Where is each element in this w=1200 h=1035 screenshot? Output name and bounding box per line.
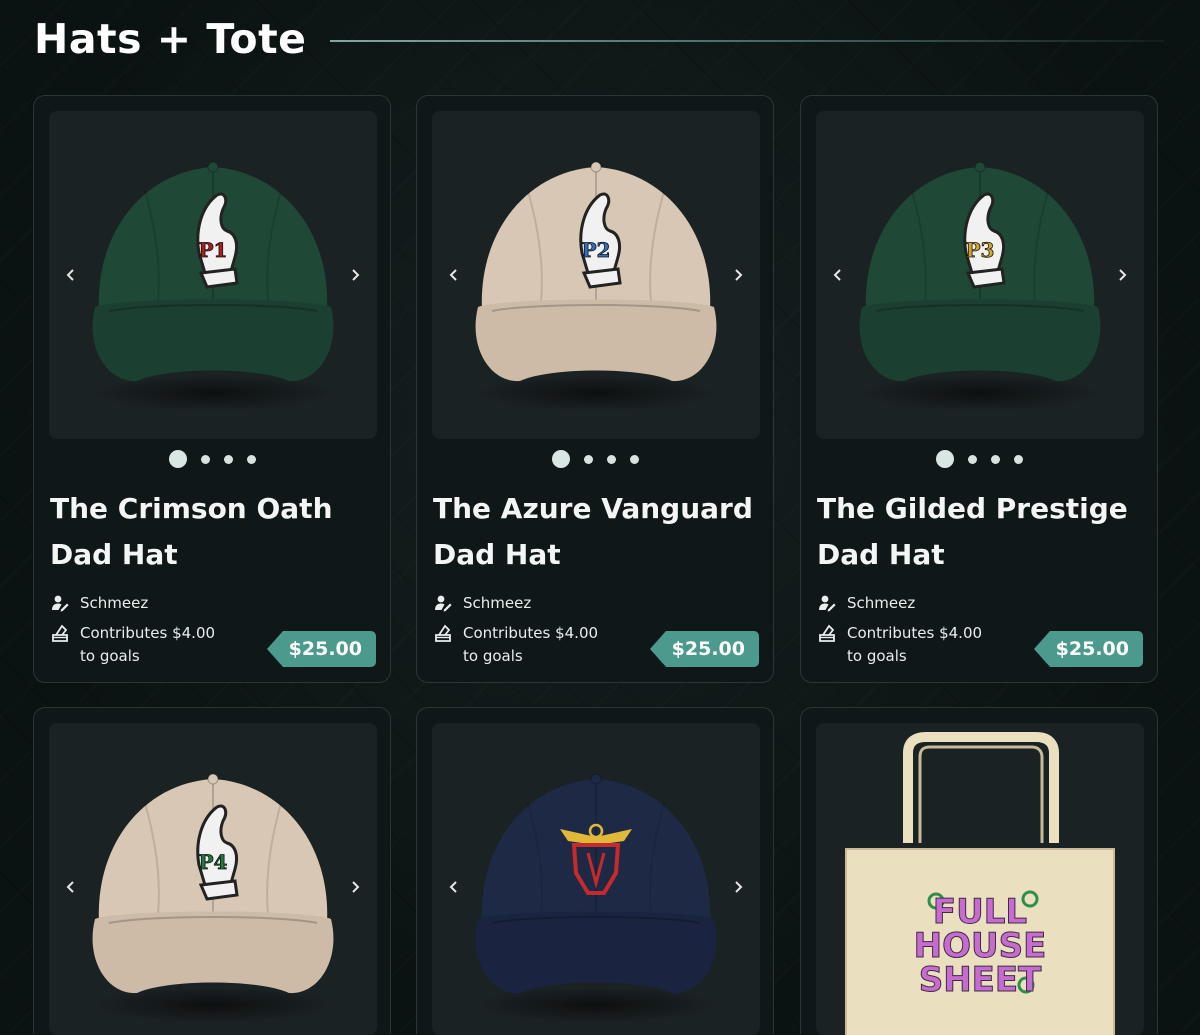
creator-name[interactable]: Schmeez — [80, 592, 148, 615]
price-value: $25.00 — [665, 631, 759, 667]
user-pen-icon — [817, 593, 839, 613]
product-title[interactable]: The Crimson Oath Dad Hat — [50, 486, 380, 578]
carousel-prev-button[interactable] — [440, 261, 468, 289]
carousel-dots — [34, 448, 390, 470]
creator-name[interactable]: Schmeez — [847, 592, 915, 615]
carousel-dot[interactable] — [551, 450, 570, 468]
svg-text:SHEET: SHEET — [919, 960, 1042, 1000]
donation-box-icon — [433, 623, 455, 643]
carousel-dot[interactable] — [223, 454, 233, 464]
contribution-row: Contributes $4.00 to goals — [433, 622, 613, 668]
product-image-carousel[interactable]: P2 — [432, 111, 760, 439]
product-image-carousel[interactable] — [432, 723, 760, 1035]
carousel-dot[interactable] — [1013, 454, 1023, 464]
product-image-carousel[interactable]: P4 — [49, 723, 377, 1035]
carousel-dot[interactable] — [967, 454, 977, 464]
creator-name[interactable]: Schmeez — [463, 592, 531, 615]
contribution-row: Contributes $4.00 to goals — [817, 622, 997, 668]
carousel-prev-button[interactable] — [57, 873, 85, 901]
carousel-next-button[interactable] — [724, 261, 752, 289]
price-value: $25.00 — [1049, 631, 1143, 667]
carousel-prev-button[interactable] — [824, 261, 852, 289]
price-value: $25.00 — [282, 631, 376, 667]
product-title[interactable]: The Gilded Prestige Dad Hat — [817, 486, 1147, 578]
contribution-text: Contributes $4.00 to goals — [463, 624, 599, 665]
carousel-prev-button[interactable] — [440, 873, 468, 901]
product-card[interactable]: P2 The Azure Vanguard Dad Hat Schmeez Co… — [416, 95, 774, 683]
product-card[interactable]: P1 The Crimson Oath Dad Hat Schmeez Cont… — [33, 95, 391, 683]
svg-text:P4: P4 — [199, 850, 228, 874]
creator-row: Schmeez — [50, 592, 148, 615]
svg-text:P3: P3 — [966, 238, 995, 262]
chevron-right-icon — [735, 269, 743, 281]
carousel-next-button[interactable] — [1108, 261, 1136, 289]
hat-image: P2 — [475, 161, 717, 411]
chevron-left-icon — [66, 269, 74, 281]
chevron-right-icon — [352, 269, 360, 281]
contribution-row: Contributes $4.00 to goals — [50, 622, 230, 668]
carousel-dot[interactable] — [990, 454, 1000, 464]
chevron-right-icon — [1119, 269, 1127, 281]
carousel-next-button[interactable] — [724, 873, 752, 901]
carousel-dots — [801, 448, 1157, 470]
user-pen-icon — [433, 593, 455, 613]
hat-image: P4 — [92, 773, 334, 1023]
carousel-next-button[interactable] — [341, 261, 369, 289]
chevron-right-icon — [352, 881, 360, 893]
hat-image: P3 — [859, 161, 1101, 411]
section-title: Hats + Tote — [34, 15, 307, 63]
creator-row: Schmeez — [817, 592, 915, 615]
price-tag: $25.00 — [266, 631, 376, 670]
product-image-carousel[interactable]: P1 — [49, 111, 377, 439]
chevron-left-icon — [449, 269, 457, 281]
chevron-right-icon — [735, 881, 743, 893]
product-card[interactable] — [416, 707, 774, 1035]
svg-text:P1: P1 — [199, 238, 228, 262]
tote-bag-image: FULLHOUSESHEET — [845, 732, 1115, 1035]
carousel-dot[interactable] — [200, 454, 210, 464]
carousel-dot[interactable] — [246, 454, 256, 464]
product-image[interactable]: FULL HOUSE SHEET — [816, 723, 1144, 1035]
product-card[interactable]: P4 — [33, 707, 391, 1035]
chevron-left-icon — [833, 269, 841, 281]
svg-text:P2: P2 — [582, 238, 611, 262]
carousel-dot[interactable] — [935, 450, 954, 468]
carousel-dots — [417, 448, 773, 470]
product-card[interactable]: P3 The Gilded Prestige Dad Hat Schmeez C… — [800, 95, 1158, 683]
donation-box-icon — [50, 623, 72, 643]
hat-image: P1 — [92, 161, 334, 411]
price-tag: $25.00 — [1033, 631, 1143, 670]
carousel-dot[interactable] — [606, 454, 616, 464]
contribution-text: Contributes $4.00 to goals — [847, 624, 983, 665]
user-pen-icon — [50, 593, 72, 613]
product-card[interactable]: FULL HOUSE SHEET — [800, 707, 1158, 1035]
hat-image — [475, 773, 717, 1023]
price-tag: $25.00 — [649, 631, 759, 670]
tote-print: FULLHOUSESHEET — [913, 890, 1047, 1001]
carousel-next-button[interactable] — [341, 873, 369, 901]
carousel-dot[interactable] — [583, 454, 593, 464]
carousel-dot[interactable] — [168, 450, 187, 468]
product-title[interactable]: The Azure Vanguard Dad Hat — [433, 486, 763, 578]
chevron-left-icon — [449, 881, 457, 893]
carousel-prev-button[interactable] — [57, 261, 85, 289]
section-header: Hats + Tote — [34, 14, 1164, 64]
carousel-dot[interactable] — [629, 454, 639, 464]
creator-row: Schmeez — [433, 592, 531, 615]
section-divider — [330, 40, 1164, 42]
contribution-text: Contributes $4.00 to goals — [80, 624, 216, 665]
product-image-carousel[interactable]: P3 — [816, 111, 1144, 439]
chevron-left-icon — [66, 881, 74, 893]
donation-box-icon — [817, 623, 839, 643]
